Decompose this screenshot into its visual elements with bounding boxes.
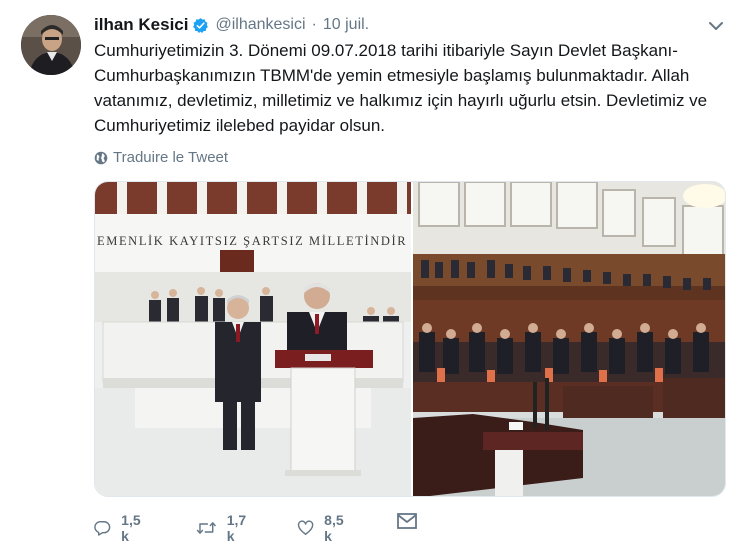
retweet-button[interactable]: 1,7 k [196,512,251,544]
retweet-icon [196,522,217,534]
chevron-down-icon[interactable] [706,18,726,34]
author-handle[interactable]: @ilhankesici [215,16,305,34]
like-count: 8,5 k [324,512,344,544]
tweet-text: Cumhuriyetimizin 3. Dönemi 09.07.2018 ta… [94,41,708,135]
separator-dot: · [311,16,317,33]
like-button[interactable]: 8,5 k [297,512,348,544]
verified-badge-icon [193,17,209,33]
heart-icon [297,520,314,535]
photo-oath-ceremony[interactable]: EMENLİK KAYITSIZ ŞARTSIZ MİLLETİNDİR [95,182,411,497]
envelope-icon [397,513,417,529]
avatar-image [21,15,81,75]
translate-tweet-link[interactable]: Traduire le Tweet [94,149,228,166]
inscription-text: EMENLİK KAYITSIZ ŞARTSIZ MİLLETİNDİR [97,234,407,248]
direct-message-button[interactable] [396,512,418,530]
author-name[interactable]: ilhan Kesici [94,15,188,35]
translate-label: Traduire le Tweet [113,149,229,166]
reply-button[interactable]: 1,5 k [94,512,145,544]
retweet-count: 1,7 k [226,512,247,544]
tweet-header: ilhan Kesici @ilhankesici · 10 juil. [94,14,369,36]
tweet-date[interactable]: 10 juil. [323,16,369,34]
tweet-media[interactable]: EMENLİK KAYITSIZ ŞARTSIZ MİLLETİNDİR [94,181,726,497]
reply-count: 1,5 k [121,512,141,544]
reply-icon [94,521,111,536]
globe-icon [94,151,108,164]
photo-assembly-hall[interactable] [413,182,726,497]
avatar[interactable] [21,15,81,75]
